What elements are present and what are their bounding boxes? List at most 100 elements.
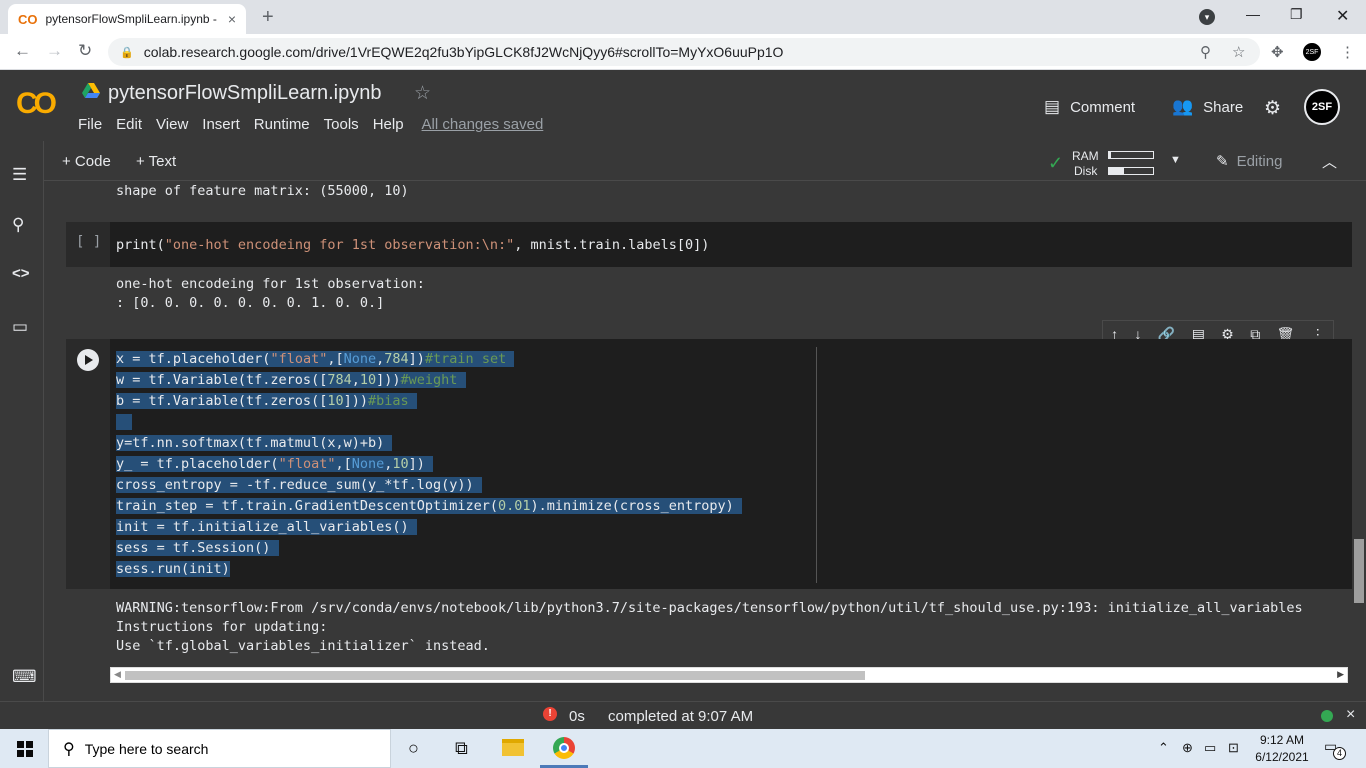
url-text: colab.research.google.com/drive/1VrEQWE2… <box>143 44 784 60</box>
windows-start-icon[interactable] <box>17 741 33 757</box>
execution-status: completed at 9:07 AM <box>608 708 754 725</box>
arrow-right-icon[interactable]: → <box>46 41 63 61</box>
notebook-title[interactable]: pytensorFlowSmpliLearn.ipynb <box>108 82 381 105</box>
gear-icon[interactable]: ⚙ <box>1264 97 1281 120</box>
editing-label: Editing <box>1236 153 1283 170</box>
code-fn: print( <box>116 237 165 253</box>
status-bar: ! 0s completed at 9:07 AM × <box>0 701 1366 729</box>
cell-code[interactable]: x = tf.placeholder("float",[None,784])#t… <box>116 349 742 580</box>
task-view-icon[interactable]: ⧉ <box>455 738 468 759</box>
menu-bar: File Edit View Insert Runtime Tools Help… <box>78 116 557 133</box>
toc-icon[interactable]: ☰ <box>12 165 27 185</box>
left-rail: ☰ ⚲ <> ▭ ⌨ <box>0 141 44 701</box>
search-placeholder: Type here to search <box>84 740 209 757</box>
file-explorer-icon[interactable] <box>502 739 524 756</box>
cell-gutter <box>66 339 110 589</box>
window-close-icon[interactable]: ✕ <box>1336 6 1349 26</box>
execution-duration: 0s <box>569 708 585 725</box>
avatar[interactable]: 2SF <box>1302 42 1322 62</box>
save-status[interactable]: All changes saved <box>422 116 544 133</box>
notification-icon[interactable]: ▭ 4 <box>1324 738 1346 760</box>
terminal-icon[interactable]: ⌨ <box>12 667 37 687</box>
clock-time: 9:12 AM <box>1259 733 1305 747</box>
comment-icon: ▤ <box>1044 97 1061 116</box>
notification-badge: 4 <box>1333 747 1346 760</box>
add-code-button[interactable]: + Code <box>62 153 111 170</box>
folder-icon[interactable]: ▭ <box>12 317 28 337</box>
colab-logo[interactable]: CO <box>16 87 57 121</box>
puzzle-icon[interactable]: ✥ <box>1271 43 1284 61</box>
code-string: "one-hot encodeing for 1st observation:\… <box>164 237 515 253</box>
menu-view[interactable]: View <box>156 116 188 133</box>
ram-label: RAM <box>1072 149 1099 163</box>
cell-run-bracket[interactable]: [ ] <box>76 234 101 250</box>
scrollbar-thumb[interactable] <box>1354 539 1364 603</box>
browser-tab[interactable]: CO pytensorFlowSmpliLearn.ipynb - × <box>8 4 246 34</box>
menu-edit[interactable]: Edit <box>116 116 142 133</box>
profile-menu-icon[interactable]: ▾ <box>1199 9 1215 25</box>
clock-date: 6/12/2021 <box>1255 750 1309 764</box>
kebab-icon[interactable]: ⋮ <box>1340 43 1355 61</box>
disk-fill <box>1109 168 1125 174</box>
lock-icon: 🔒 <box>120 46 134 59</box>
star-icon[interactable]: ☆ <box>1232 43 1245 61</box>
system-clock[interactable]: 9:12 AM 6/12/2021 <box>1252 732 1312 766</box>
menu-runtime[interactable]: Runtime <box>254 116 310 133</box>
address-bar[interactable]: 🔒 colab.research.google.com/drive/1VrEQW… <box>108 38 1260 66</box>
disk-bar <box>1108 167 1154 175</box>
menu-insert[interactable]: Insert <box>202 116 240 133</box>
status-dot <box>1321 710 1333 722</box>
tab-title: pytensorFlowSmpliLearn.ipynb - <box>45 12 217 26</box>
notebook-content[interactable]: shape of feature matrix: (55000, 10) [ ]… <box>44 182 1366 701</box>
taskbar-search-input[interactable]: ⚲ Type here to search <box>48 729 391 768</box>
error-icon[interactable]: ! <box>543 707 557 721</box>
editing-mode[interactable]: ✎ Editing <box>1216 152 1282 170</box>
cell-output-warning: WARNING:tensorflow:From /srv/conda/envs/… <box>116 600 1303 654</box>
chevron-up-icon[interactable]: ⌃ <box>1158 740 1169 756</box>
meet-now-icon[interactable]: ⊕ <box>1182 740 1193 756</box>
output-horizontal-scrollbar[interactable]: ◀ ▶ <box>110 667 1348 683</box>
add-text-button[interactable]: + Text <box>136 153 176 170</box>
share-label: Share <box>1203 98 1244 116</box>
star-icon[interactable]: ☆ <box>414 82 431 105</box>
network-icon[interactable]: ⊡ <box>1228 740 1239 756</box>
colab-header: CO pytensorFlowSmpliLearn.ipynb ☆ File E… <box>0 71 1366 141</box>
tab-close-icon[interactable]: × <box>228 11 236 27</box>
previous-output: shape of feature matrix: (55000, 10) <box>116 183 409 199</box>
chevron-down-icon[interactable]: ▼ <box>1170 154 1181 166</box>
column-ruler <box>816 347 817 583</box>
menu-help[interactable]: Help <box>373 116 404 133</box>
cell-code[interactable]: print("one-hot encodeing for 1st observa… <box>116 235 709 256</box>
maximize-icon[interactable]: ❐ <box>1290 6 1303 23</box>
notebook-toolbar: + Code + Text ✓ RAM Disk ▼ ✎ Editing ︿ <box>44 141 1366 181</box>
minimize-icon[interactable]: — <box>1246 6 1260 22</box>
search-icon[interactable]: ⚲ <box>12 215 24 235</box>
code-snippets-icon[interactable]: <> <box>12 265 30 282</box>
menu-tools[interactable]: Tools <box>324 116 359 133</box>
code-cell-active[interactable]: x = tf.placeholder("float",[None,784])#t… <box>66 339 1352 589</box>
avatar[interactable]: 2SF <box>1304 89 1340 125</box>
vertical-scrollbar[interactable] <box>1352 182 1366 701</box>
menu-file[interactable]: File <box>78 116 102 133</box>
ram-bar <box>1108 151 1154 159</box>
battery-icon[interactable]: ▭ <box>1204 740 1216 756</box>
people-icon: 👥 <box>1172 97 1194 116</box>
new-tab-button[interactable]: + <box>262 6 274 29</box>
drive-icon[interactable] <box>82 83 100 99</box>
share-button[interactable]: 👥 Share <box>1172 97 1243 117</box>
cortana-icon[interactable]: ○ <box>408 738 419 759</box>
scrollbar-thumb[interactable] <box>125 671 865 680</box>
co-icon: CO <box>18 11 38 27</box>
play-icon[interactable] <box>77 349 99 371</box>
disk-label: Disk <box>1074 164 1098 178</box>
reload-icon[interactable]: ↻ <box>78 41 92 61</box>
chrome-icon[interactable] <box>553 737 575 759</box>
chevron-up-icon[interactable]: ︿ <box>1322 151 1337 172</box>
scroll-left-icon[interactable]: ◀ <box>114 669 121 680</box>
scroll-right-icon[interactable]: ▶ <box>1337 669 1344 680</box>
comment-button[interactable]: ▤ Comment <box>1044 97 1135 117</box>
zoom-icon[interactable]: ⚲ <box>1200 43 1211 61</box>
code-cell[interactable]: [ ] print("one-hot encodeing for 1st obs… <box>66 222 1352 267</box>
close-icon[interactable]: × <box>1346 706 1355 724</box>
arrow-left-icon[interactable]: ← <box>14 41 31 61</box>
